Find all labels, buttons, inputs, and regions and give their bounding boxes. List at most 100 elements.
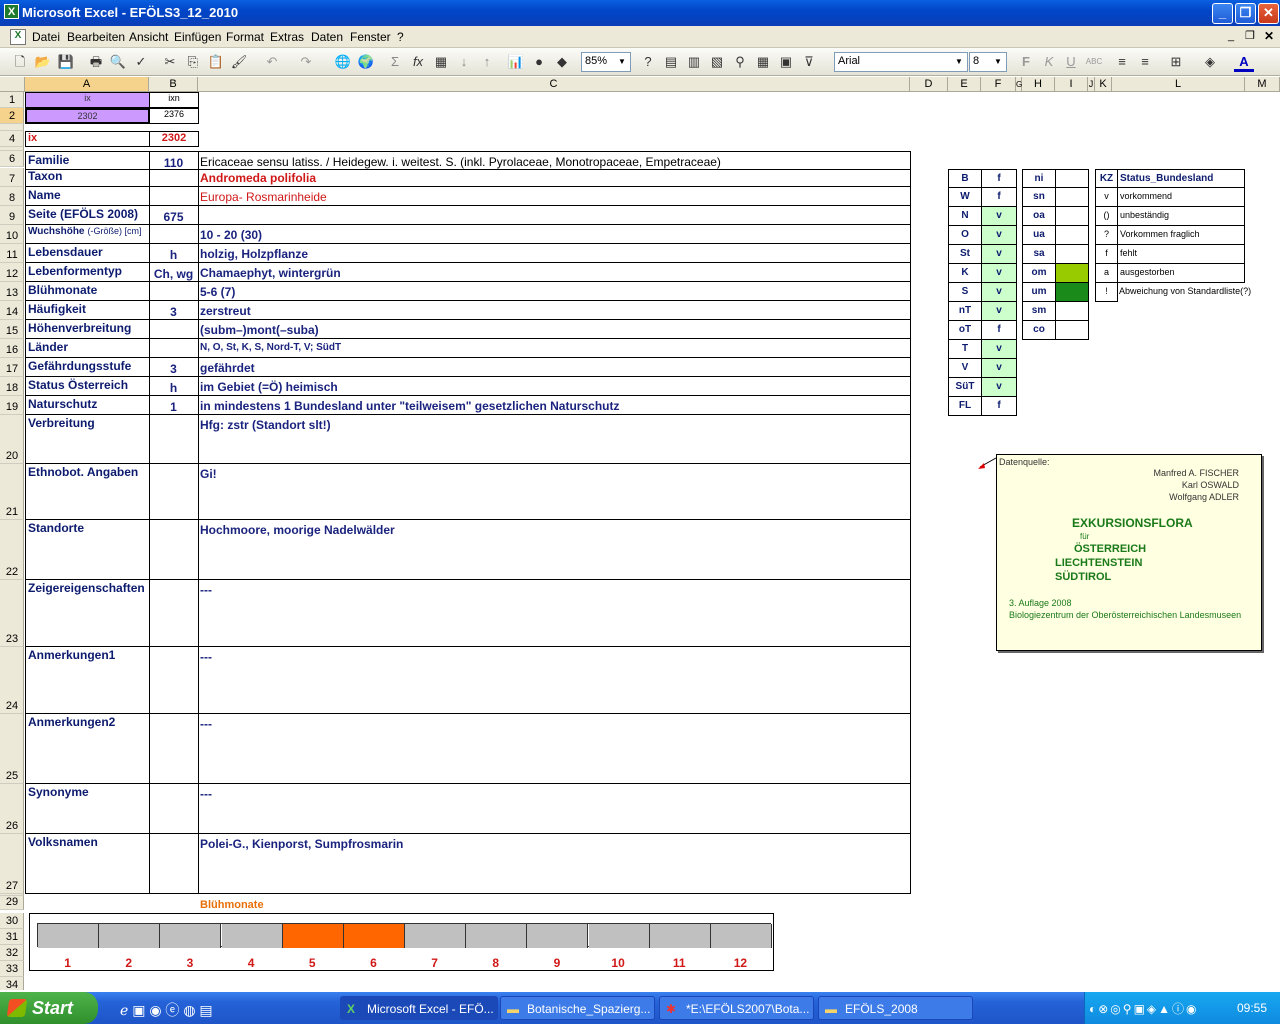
field-label[interactable]: Lebensdauer — [25, 244, 150, 263]
print-icon[interactable]: 🖶 — [86, 52, 106, 72]
field-code[interactable]: 675 — [149, 206, 199, 225]
field-label[interactable]: Taxon — [25, 168, 150, 187]
field-code[interactable] — [149, 834, 199, 894]
open-icon[interactable]: 📂 — [33, 52, 53, 72]
field-label[interactable]: Seite (EFÖLS 2008) — [25, 206, 150, 225]
sort-asc-icon[interactable]: ↓ — [454, 52, 474, 72]
state-code[interactable]: V — [948, 359, 982, 378]
state-code[interactable]: T — [948, 340, 982, 359]
field-label[interactable]: Status Österreich — [25, 377, 150, 396]
zone-fill[interactable] — [1055, 169, 1089, 188]
state-code[interactable]: nT — [948, 302, 982, 321]
row-header[interactable]: 26 — [0, 784, 24, 834]
menu-bearbeiten[interactable]: Bearbeiten — [67, 30, 125, 44]
doc-close-icon[interactable]: ✕ — [1264, 29, 1274, 43]
zone-fill[interactable] — [1055, 226, 1089, 245]
redo-icon[interactable]: ↷ — [296, 52, 316, 72]
start-button[interactable]: Start — [0, 992, 98, 1024]
column-header-k[interactable]: K — [1095, 77, 1112, 92]
tool-icon[interactable]: ▤ — [199, 1002, 212, 1018]
menu-ansicht[interactable]: Ansicht — [129, 30, 168, 44]
minimize-button[interactable]: _ — [1212, 3, 1233, 24]
column-header-l[interactable]: L — [1112, 77, 1245, 92]
cell-a4[interactable]: ix — [25, 131, 150, 147]
field-code[interactable]: 1 — [149, 396, 199, 415]
browser-icon[interactable]: ⓔ — [165, 1002, 179, 1018]
field-label[interactable]: Zeigereigenschaften — [25, 580, 150, 647]
field-value[interactable]: --- — [198, 784, 911, 834]
state-code[interactable]: W — [948, 188, 982, 207]
tool-b-icon[interactable]: ▥ — [684, 52, 704, 72]
row-header[interactable]: 16 — [0, 339, 24, 358]
field-value[interactable]: Polei-G., Kienporst, Sumpfrosmarin — [198, 834, 911, 894]
zone-fill[interactable] — [1055, 302, 1089, 321]
row-header[interactable]: 9 — [0, 206, 24, 225]
field-value[interactable]: --- — [198, 580, 911, 647]
font-size-select[interactable]: 8 ▼ — [969, 52, 1007, 72]
hyperlink-icon[interactable]: 🌐 — [333, 52, 353, 72]
row-header[interactable]: 22 — [0, 520, 24, 580]
zone-code[interactable]: ua — [1022, 226, 1056, 245]
sort-desc-icon[interactable]: ↑ — [477, 52, 497, 72]
row-header[interactable]: 29 — [0, 896, 24, 910]
field-label[interactable]: Höhenverbreitung — [25, 320, 150, 339]
doc-minimize-icon[interactable]: _ — [1228, 30, 1234, 42]
row-header[interactable]: 34 — [0, 977, 24, 990]
zone-code[interactable]: ni — [1022, 169, 1056, 188]
ie-icon[interactable]: ℯ — [120, 1002, 128, 1018]
cell-a1[interactable]: ix — [25, 92, 150, 108]
quicklaunch-icons[interactable]: ℯ ▣ ◉ ⓔ ◍ ▤ — [120, 1000, 213, 1020]
field-code[interactable] — [149, 520, 199, 580]
menu-help[interactable]: ? — [397, 30, 404, 44]
field-value[interactable]: zerstreut — [198, 301, 911, 320]
zone-code[interactable]: om — [1022, 264, 1056, 283]
row-header[interactable]: 32 — [0, 945, 24, 961]
row-header[interactable]: 25 — [0, 714, 24, 784]
row-header[interactable]: 7 — [0, 168, 24, 187]
row-header[interactable]: 14 — [0, 301, 24, 320]
help-icon[interactable]: ? — [638, 52, 658, 72]
row-header[interactable]: 24 — [0, 647, 24, 714]
field-value[interactable]: Andromeda polifolia — [198, 168, 911, 187]
field-code[interactable] — [149, 647, 199, 714]
spelling-icon[interactable]: ✓ — [131, 52, 151, 72]
map-icon[interactable]: ● — [529, 52, 549, 72]
field-value[interactable] — [198, 206, 911, 225]
menu-format[interactable]: Format — [226, 30, 264, 44]
field-value[interactable]: (subm–)mont(–suba) — [198, 320, 911, 339]
column-header-b[interactable]: B — [149, 77, 198, 92]
zoom-select[interactable]: 85% ▼ — [581, 52, 631, 72]
zone-fill[interactable] — [1055, 321, 1089, 340]
field-value[interactable]: Hochmoore, moorige Nadelwälder — [198, 520, 911, 580]
zone-code[interactable]: sm — [1022, 302, 1056, 321]
format-painter-icon[interactable]: 🖌 — [229, 52, 249, 72]
row-header[interactable]: 18 — [0, 377, 24, 396]
row-header[interactable]: 4 — [0, 131, 24, 147]
field-code[interactable] — [149, 464, 199, 520]
cell-b4[interactable]: 2302 — [149, 131, 199, 147]
form-icon[interactable]: ▣ — [776, 52, 796, 72]
field-label[interactable]: Häufigkeit — [25, 301, 150, 320]
field-label[interactable]: Volksnamen — [25, 834, 150, 894]
row-header[interactable]: 1 — [0, 92, 24, 108]
select-all-corner[interactable] — [0, 77, 25, 92]
field-label[interactable]: Verbreitung — [25, 415, 150, 464]
task-doc[interactable]: ✱ *E:\EFÖLS2007\Bota... — [659, 996, 814, 1020]
column-header-c[interactable]: C — [198, 77, 910, 92]
menu-daten[interactable]: Daten — [311, 30, 343, 44]
row-header[interactable]: 10 — [0, 225, 24, 244]
column-header-d[interactable]: D — [910, 77, 948, 92]
column-header-a[interactable]: A — [25, 77, 149, 92]
zone-code[interactable]: oa — [1022, 207, 1056, 226]
menu-einfuegen[interactable]: Einfügen — [174, 30, 221, 44]
task-folder-2[interactable]: ▬ EFÖLS_2008 — [818, 996, 973, 1020]
field-label[interactable]: Lebenformentyp — [25, 263, 150, 282]
drawing-icon[interactable]: ◆ — [552, 52, 572, 72]
row-header[interactable]: 2 — [0, 108, 24, 124]
field-label[interactable]: Ethnobot. Angaben — [25, 464, 150, 520]
zone-fill[interactable] — [1055, 245, 1089, 264]
cell-b2[interactable]: 2376 — [149, 108, 199, 124]
field-code[interactable] — [149, 187, 199, 206]
filter-icon[interactable]: ⊽ — [799, 52, 819, 72]
field-label[interactable]: Blühmonate — [25, 282, 150, 301]
